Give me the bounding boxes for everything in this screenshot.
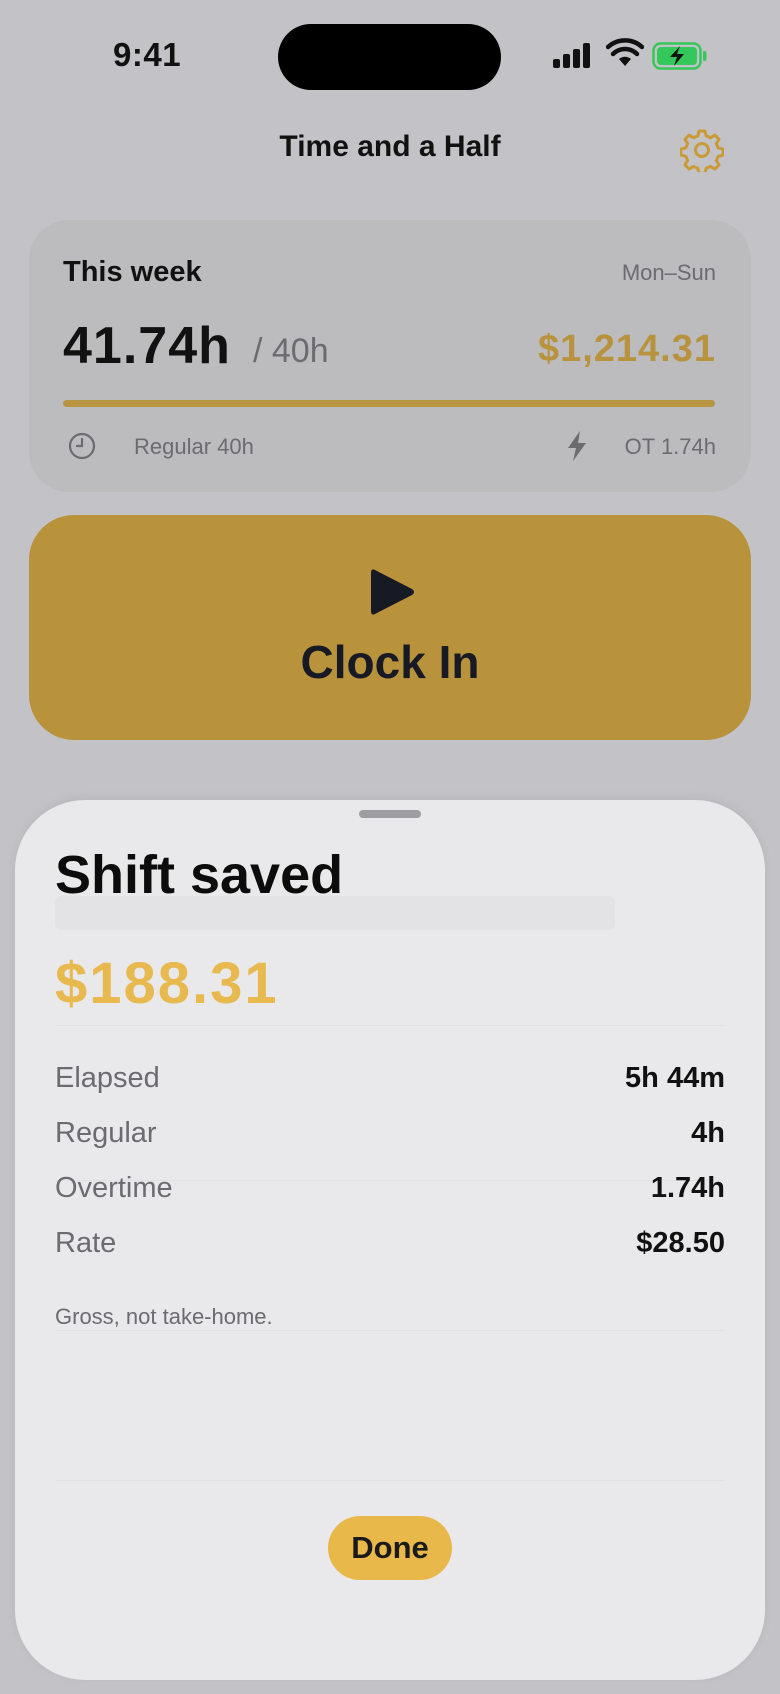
play-icon: [371, 569, 414, 615]
week-earnings: $1,214.31: [537, 328, 716, 370]
detail-label: Regular: [55, 1117, 157, 1149]
clock-icon: [68, 432, 96, 460]
app-title: Time and a Half: [279, 130, 501, 163]
detail-value: 1.74h: [650, 1172, 725, 1204]
list-divider: [55, 1480, 725, 1481]
dynamic-island: [278, 24, 501, 90]
week-hours-target: / 40h: [253, 332, 329, 370]
week-hours: 41.74h: [63, 317, 231, 375]
clock-in-button[interactable]: Clock In: [29, 515, 751, 740]
detail-row-overtime: Overtime 1.74h: [55, 1172, 725, 1212]
sheet-title: Shift saved: [55, 845, 344, 905]
regular-hours-label: Regular 40h: [134, 434, 254, 459]
detail-label: Rate: [55, 1227, 117, 1259]
detail-row-elapsed: Elapsed 5h 44m: [55, 1062, 725, 1102]
cellular-signal-icon: [553, 42, 593, 68]
week-range: Mon–Sun: [621, 260, 716, 285]
week-title: This week: [63, 256, 202, 288]
sheet-grabber[interactable]: [359, 810, 421, 818]
detail-label: Elapsed: [55, 1062, 160, 1094]
shift-saved-sheet: Shift saved $188.31 Elapsed 5h 44m Regul…: [15, 800, 765, 1680]
list-divider: [55, 1330, 725, 1331]
detail-value: 4h: [691, 1117, 725, 1149]
week-progress-bar: [63, 400, 715, 407]
overtime-hours-label: OT 1.74h: [624, 434, 716, 459]
shift-amount: $188.31: [55, 951, 279, 1016]
detail-value: 5h 44m: [625, 1062, 725, 1094]
bolt-icon: [568, 431, 586, 461]
detail-label: Overtime: [55, 1172, 173, 1204]
week-progress-fill: [63, 400, 715, 407]
week-summary-card: This week Mon–Sun 41.74h / 40h $1,214.31…: [29, 220, 751, 492]
gross-disclaimer: Gross, not take-home.: [55, 1304, 273, 1329]
detail-value: $28.50: [636, 1227, 725, 1259]
status-time: 9:41: [113, 36, 182, 73]
detail-row-rate: Rate $28.50: [55, 1227, 725, 1267]
gear-icon[interactable]: [680, 128, 724, 172]
battery-charging-icon: [652, 42, 707, 70]
wifi-icon: [606, 38, 644, 66]
done-button[interactable]: Done: [328, 1516, 452, 1580]
list-divider: [55, 1025, 725, 1026]
detail-row-regular: Regular 4h: [55, 1117, 725, 1157]
clock-in-label: Clock In: [300, 636, 480, 688]
